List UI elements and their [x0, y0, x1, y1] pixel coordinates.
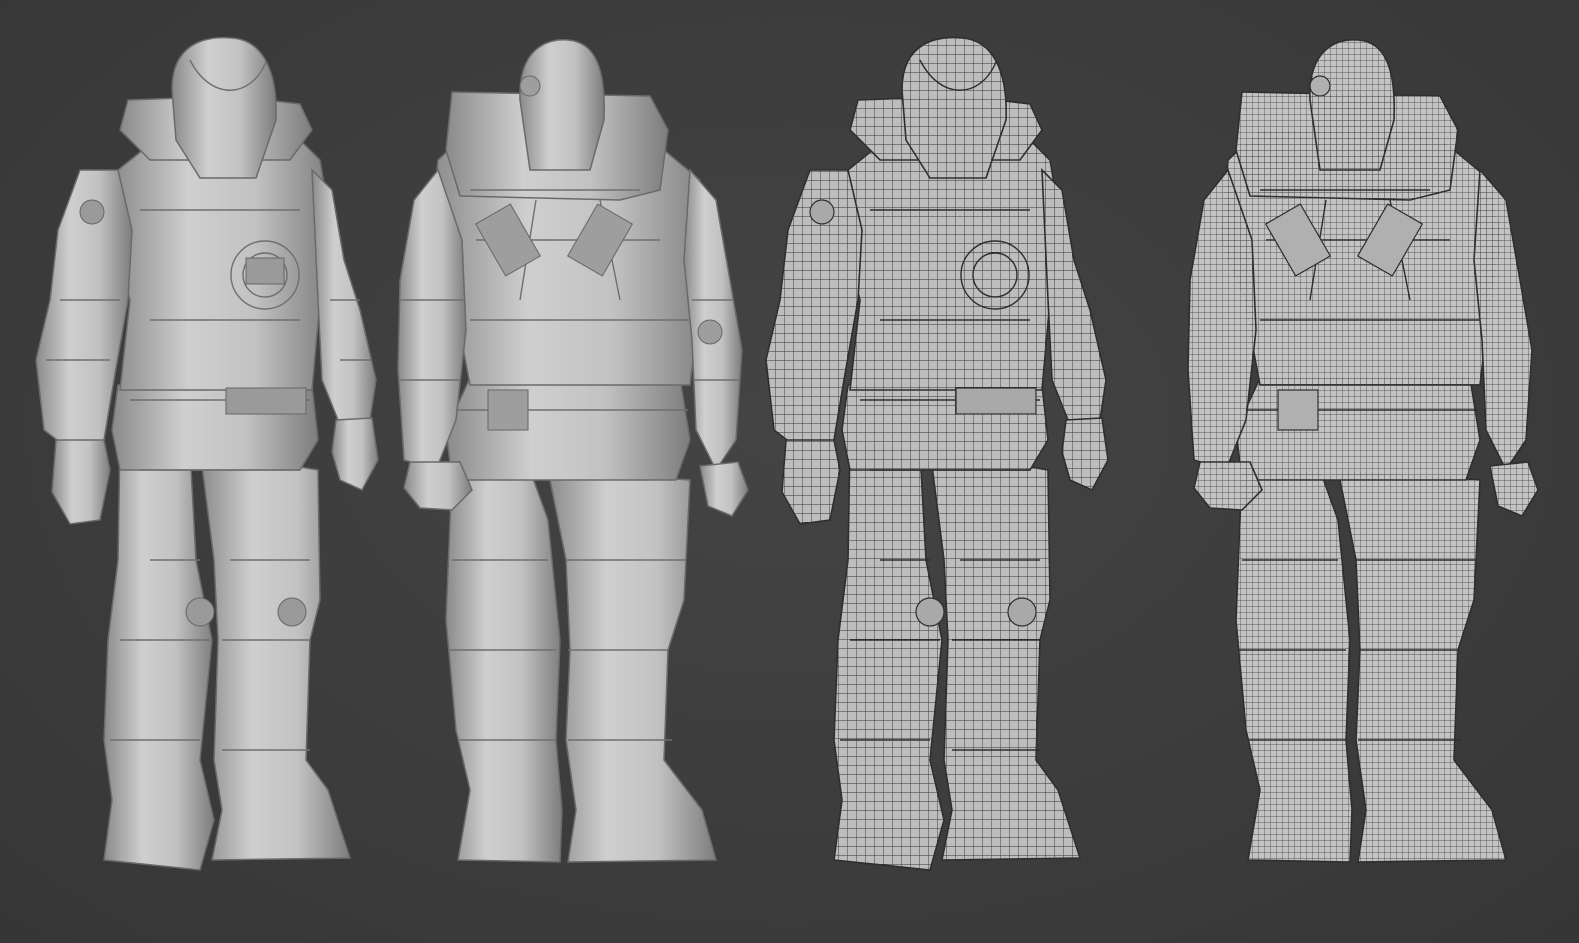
armor-figure-solid-front: [35, 36, 379, 871]
armor-figure-solid-back: [397, 39, 749, 863]
3d-viewport[interactable]: [0, 0, 1579, 943]
armor-figure-wireframe-back: [1187, 38, 1539, 863]
render-canvas: [35, 36, 1539, 871]
armor-figure-wireframe-front: [765, 36, 1109, 871]
